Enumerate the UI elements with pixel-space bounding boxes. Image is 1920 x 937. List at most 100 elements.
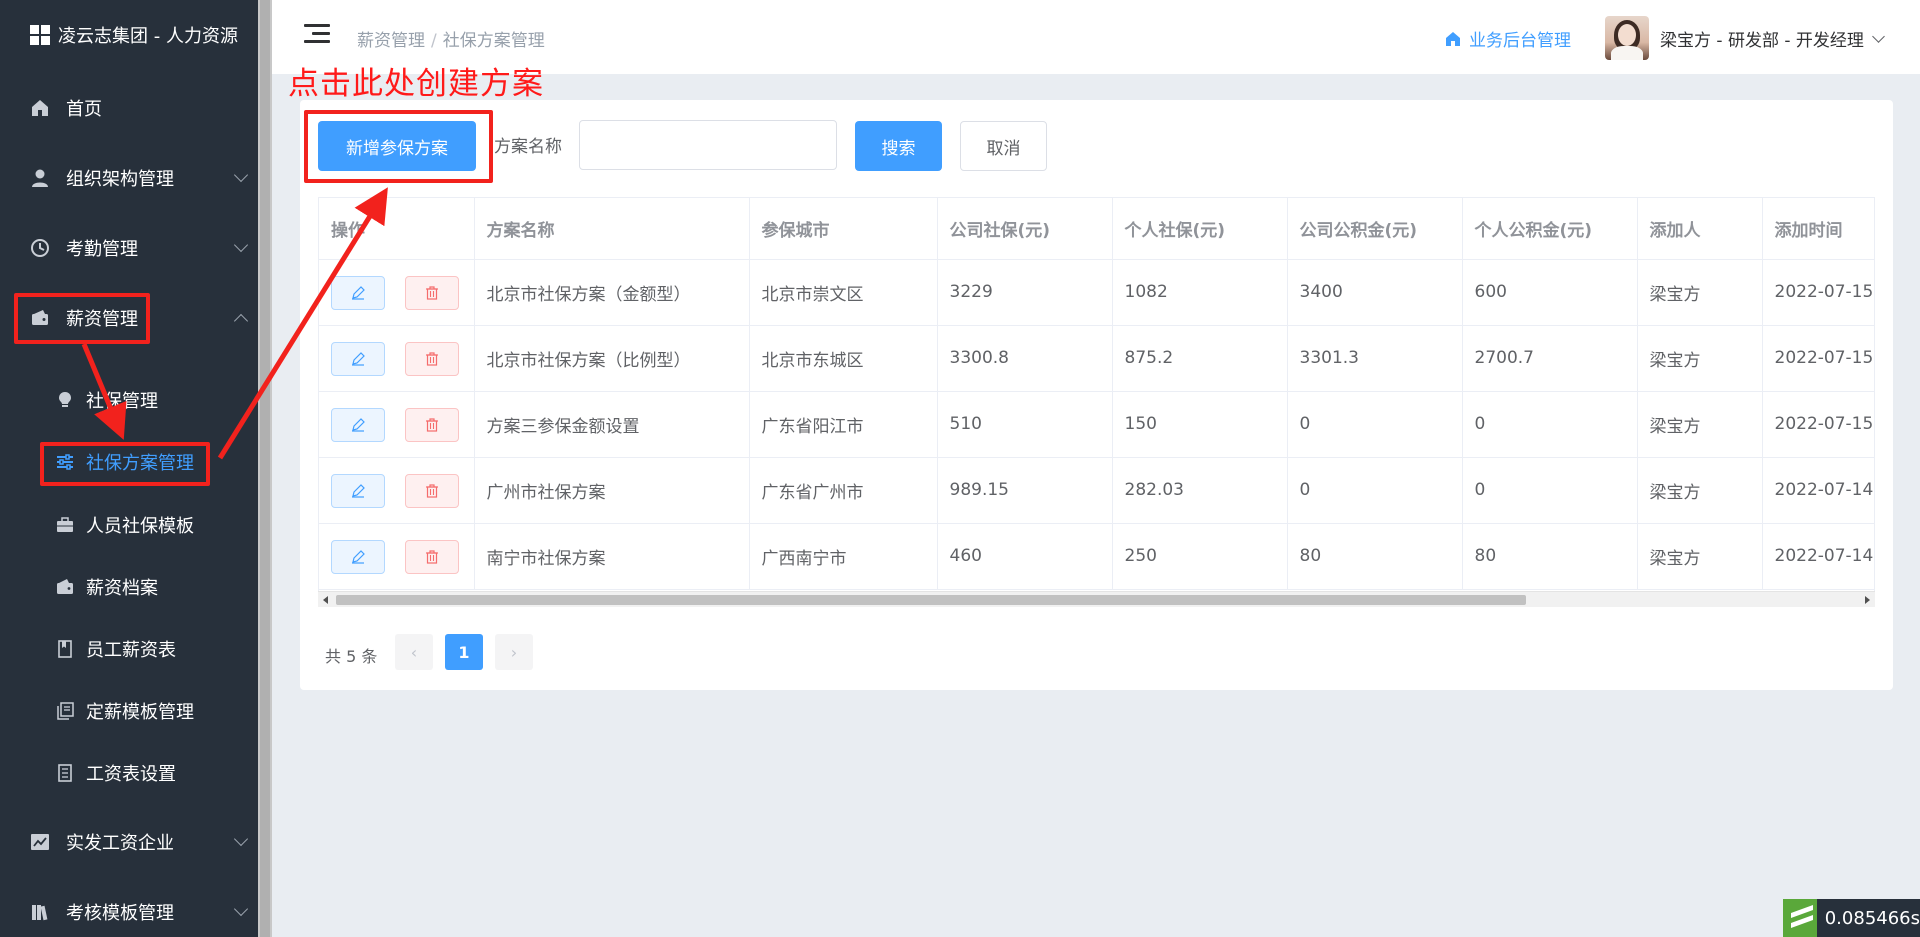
company-fund-cell: 0 [1287,457,1463,524]
sidebar-subitem-staff-template[interactable]: 人员社保模板 [0,499,258,551]
edit-icon [352,549,365,564]
trash-icon [426,483,438,498]
prev-page-button[interactable]: ‹ [395,634,433,670]
brand[interactable]: 凌云志集团 - 人力资源 [30,22,238,48]
delete-button[interactable] [405,341,459,376]
plan-name-input[interactable] [579,120,837,170]
scroll-left-icon[interactable] [323,596,328,604]
plans-table: 操作 方案名称 参保城市 公司社保(元) 个人社保(元) 公司公积金(元) 个人… [318,197,1875,606]
table-row: 方案三参保金额设置 广东省阳江市 510 150 0 0 梁宝方 2022-07-15 [319,391,1874,458]
bulb-icon [56,391,74,409]
search-button[interactable]: 搜索 [855,121,942,171]
edit-icon [352,351,365,366]
delete-button[interactable] [405,275,459,310]
scroll-right-icon[interactable] [1865,596,1870,604]
menu-toggle-icon[interactable] [304,24,330,44]
scrollbar-thumb[interactable] [336,595,1526,605]
edit-button[interactable] [331,341,385,376]
user-menu[interactable]: 梁宝方 - 研发部 - 开发经理 [1660,26,1885,51]
table-row: 广州市社保方案 广东省广州市 989.15 282.03 0 0 梁宝方 2022-07-14 [319,457,1874,524]
plan-name-cell: 南宁市社保方案 [474,523,750,590]
delete-button[interactable] [405,407,459,442]
creator-cell: 梁宝方 [1637,523,1763,590]
sidebar-subitem-payroll-settings[interactable]: 工资表设置 [0,747,258,799]
company-fund-cell: 3301.3 [1287,325,1463,392]
sidebar-item-home[interactable]: 首页 [0,78,258,138]
perf-badge[interactable]: 0.085466s [1783,899,1920,937]
delete-button[interactable] [405,539,459,574]
column-header: 公司社保(元) [937,198,1113,260]
user-name-label: 梁宝方 - 研发部 - 开发经理 [1660,31,1864,51]
sidebar-item-actual-pay[interactable]: 实发工资企业 [0,812,258,872]
trash-icon [426,549,438,564]
sidebar-subitem-salary-template[interactable]: 定薪模板管理 [0,685,258,737]
personal-fund-cell: 0 [1462,457,1638,524]
page-button[interactable]: 1 [445,634,483,670]
notebook-icon [56,640,74,658]
sidebar-item-assessment[interactable]: 考核模板管理 [0,882,258,937]
annotation-label: 点击此处创建方案 [288,66,544,102]
copy-icon [56,702,74,720]
sidebar-subitem-salary-file[interactable]: 薪资档案 [0,561,258,613]
city-cell: 北京市崇文区 [749,259,938,326]
edit-button[interactable] [331,275,385,310]
breadcrumb: 薪资管理 / 社保方案管理 [357,26,545,51]
city-cell: 北京市东城区 [749,325,938,392]
table-horizontal-scrollbar[interactable] [318,591,1875,607]
app-title: 凌云志集团 - 人力资源 [58,26,238,47]
sidebar-item-label: 员工薪资表 [86,640,176,661]
breadcrumb-parent[interactable]: 薪资管理 [357,31,425,51]
trash-icon [426,417,438,432]
plan-name-cell: 广州市社保方案 [474,457,750,524]
table-row: 北京市社保方案（比例型） 北京市东城区 3300.8 875.2 3301.3 2700.… [319,325,1874,392]
pagination-total: 共 5 条 [325,647,378,666]
table-header-row: 操作 方案名称 参保城市 公司社保(元) 个人社保(元) 公司公积金(元) 个人… [319,198,1874,260]
sidebar-item-org[interactable]: 组织架构管理 [0,148,258,208]
city-cell: 广东省广州市 [749,457,938,524]
actions-cell [319,457,475,524]
delete-button[interactable] [405,473,459,508]
sidebar: 凌云志集团 - 人力资源 首页 组织架构管理 考勤管理 薪资管理 社保管理 社保… [0,0,258,937]
personal-fund-cell: 80 [1462,523,1638,590]
edit-button[interactable] [331,407,385,442]
creator-cell: 梁宝方 [1637,457,1763,524]
sidebar-subitem-social-plan[interactable]: 社保方案管理 [0,436,258,488]
add-plan-button[interactable]: 新增参保方案 [318,121,476,171]
cancel-button[interactable]: 取消 [960,121,1047,171]
sidebar-scrollbar[interactable] [258,0,272,937]
column-header: 添加人 [1637,198,1763,260]
sidebar-item-label: 薪资管理 [66,309,138,330]
sidebar-item-attendance[interactable]: 考勤管理 [0,218,258,278]
creator-cell: 梁宝方 [1637,391,1763,458]
created-at-cell: 2022-07-14 [1762,457,1874,524]
table-row: 南宁市社保方案 广西南宁市 460 250 80 80 梁宝方 2022-07-14 [319,523,1874,590]
plan-name-cell: 方案三参保金额设置 [474,391,750,458]
personal-social-cell: 150 [1112,391,1288,458]
next-page-button[interactable]: › [495,634,533,670]
city-cell: 广东省阳江市 [749,391,938,458]
column-header: 公司公积金(元) [1287,198,1463,260]
edit-button[interactable] [331,473,385,508]
chevron-down-icon [233,901,249,917]
scrollbar-thumb[interactable] [260,0,270,937]
sidebar-item-salary[interactable]: 薪资管理 [0,288,258,348]
edit-icon [352,417,365,432]
edit-button[interactable] [331,539,385,574]
sidebar-item-label: 工资表设置 [86,764,176,785]
sidebar-subitem-salary-sheet[interactable]: 员工薪资表 [0,623,258,675]
perf-value: 0.085466s [1824,907,1920,929]
sidebar-subitem-social-security[interactable]: 社保管理 [0,374,258,426]
chevron-up-icon [233,313,249,329]
actions-cell [319,391,475,458]
company-fund-cell: 0 [1287,391,1463,458]
briefcase-icon [56,516,74,534]
company-social-cell: 989.15 [937,457,1113,524]
avatar[interactable] [1605,16,1649,60]
personal-social-cell: 282.03 [1112,457,1288,524]
clock-icon [30,238,50,258]
personal-social-cell: 250 [1112,523,1288,590]
sidebar-item-label: 考勤管理 [66,239,138,260]
biz-admin-link[interactable]: 业务后台管理 [1445,26,1571,51]
column-header: 操作 [319,198,475,260]
breadcrumb-separator: / [431,31,437,51]
